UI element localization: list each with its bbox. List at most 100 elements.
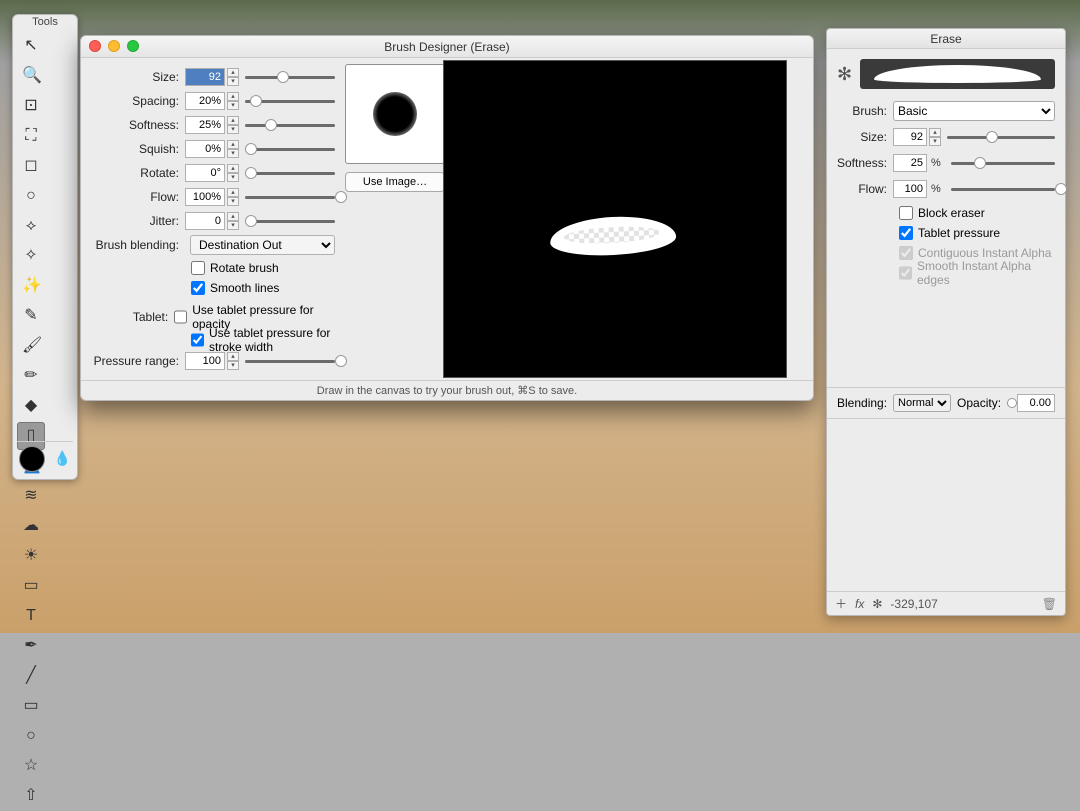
squish-slider[interactable] [245, 143, 335, 155]
tool-gradient[interactable]: ▭ [17, 572, 45, 600]
close-icon[interactable] [89, 40, 101, 52]
pressure-range-stepper[interactable]: ▴▾ [227, 352, 239, 370]
rotate-label: Rotate: [91, 166, 185, 180]
smooth-lines-checkbox[interactable] [191, 281, 205, 295]
rotate-stepper[interactable]: ▴▾ [227, 164, 239, 182]
ep-smooth-checkbox[interactable] [899, 266, 912, 280]
size-slider[interactable] [245, 71, 335, 83]
text-icon: T [22, 607, 40, 625]
ep-size-stepper[interactable]: ▴▾ [929, 128, 941, 146]
dialog-titlebar[interactable]: Brush Designer (Erase) [81, 36, 813, 58]
tool-line[interactable]: ╱ [17, 662, 45, 690]
tool-pencil[interactable]: ✎ [17, 302, 45, 330]
tool-arrow[interactable]: ⇧ [17, 782, 45, 810]
flow-slider[interactable] [245, 191, 335, 203]
opacity-slider[interactable] [1007, 398, 1011, 408]
ep-smooth-row: Smooth Instant Alpha edges [899, 263, 1055, 283]
ep-size-slider[interactable] [947, 131, 1055, 143]
fx-icon[interactable]: fx [855, 597, 864, 611]
spacing-slider[interactable] [245, 95, 335, 107]
tool-smudge[interactable]: ≋ [17, 482, 45, 510]
tool-rect-select[interactable]: ◻ [17, 152, 45, 180]
size-field[interactable] [185, 68, 225, 86]
wand-icon: ✨ [22, 277, 40, 295]
size-row: Size:▴▾ [91, 66, 335, 88]
jitter-stepper[interactable]: ▴▾ [227, 212, 239, 230]
pencil-icon: ✎ [22, 307, 40, 325]
trash-icon[interactable]: 🗑 [1042, 597, 1057, 611]
ep-tablet-label: Tablet pressure [918, 226, 1000, 240]
tool-freehand-select[interactable]: ✧ [17, 242, 45, 270]
brush-blending-select[interactable]: Destination Out [190, 235, 335, 255]
squish-stepper[interactable]: ▴▾ [227, 140, 239, 158]
squish-field[interactable] [185, 140, 225, 158]
ep-flow-label: Flow: [837, 182, 893, 196]
foreground-color-swatch[interactable] [19, 446, 45, 472]
jitter-slider[interactable] [245, 215, 335, 227]
ep-block-checkbox[interactable] [899, 206, 913, 220]
tool-zoom[interactable]: 🔍 [17, 62, 45, 90]
tool-rect[interactable]: ▭ [17, 692, 45, 720]
ep-tablet-checkbox[interactable] [899, 226, 913, 240]
tool-pen-tool[interactable]: ✒ [17, 632, 45, 660]
ep-flow-unit: % [931, 183, 941, 195]
ep-block-label: Block eraser [918, 206, 985, 220]
flow-field[interactable] [185, 188, 225, 206]
pressure-range-slider[interactable] [245, 355, 335, 367]
pressure-range-field[interactable] [185, 352, 225, 370]
tool-cloud[interactable]: ☁ [17, 512, 45, 540]
tool-lasso[interactable]: ⟡ [17, 212, 45, 240]
tablet-stroke-row: Use tablet pressure for stroke width [191, 330, 335, 350]
jitter-field[interactable] [185, 212, 225, 230]
tool-sun[interactable]: ☀ [17, 542, 45, 570]
flow-stepper[interactable]: ▴▾ [227, 188, 239, 206]
tool-crop[interactable]: ⊡ [17, 92, 45, 120]
brush-canvas-preview[interactable] [443, 60, 787, 378]
size-stepper[interactable]: ▴▾ [227, 68, 239, 86]
minimize-icon[interactable] [108, 40, 120, 52]
tool-circle[interactable]: ○ [17, 722, 45, 750]
ep-softness-field[interactable] [893, 154, 927, 172]
gear-dropdown-icon[interactable]: ✻ [872, 597, 882, 611]
tools-title: Tools [13, 15, 77, 31]
tool-star[interactable]: ☆ [17, 752, 45, 780]
spacing-stepper[interactable]: ▴▾ [227, 92, 239, 110]
ep-contig-checkbox[interactable] [899, 246, 913, 260]
lasso-icon: ⟡ [22, 217, 40, 235]
ep-tablet-row: Tablet pressure [899, 223, 1055, 243]
move-icon: ↖ [22, 37, 40, 55]
tablet-row: Tablet: Use tablet pressure for opacity [91, 306, 335, 328]
blending-select[interactable]: Normal [893, 394, 951, 412]
tool-pen[interactable]: ✏ [17, 362, 45, 390]
add-icon[interactable]: ＋ [835, 595, 847, 612]
ep-size-field[interactable] [893, 128, 927, 146]
tool-fill[interactable]: ◆ [17, 392, 45, 420]
zoom-icon[interactable] [127, 40, 139, 52]
tablet-opacity-checkbox[interactable] [174, 310, 187, 324]
eyedropper-icon[interactable]: 💧 [54, 450, 71, 467]
softness-slider[interactable] [245, 119, 335, 131]
tool-wand[interactable]: ✨ [17, 272, 45, 300]
brush-blending-label: Brush blending: [91, 238, 185, 252]
spacing-field[interactable] [185, 92, 225, 110]
rotate-brush-checkbox[interactable] [191, 261, 205, 275]
rotate-slider[interactable] [245, 167, 335, 179]
tool-brush[interactable]: 🖌 [17, 332, 45, 360]
softness-field[interactable] [185, 116, 225, 134]
ep-brush-select[interactable]: Basic [893, 101, 1055, 121]
ep-flow-field[interactable] [893, 180, 927, 198]
tool-transform[interactable]: ⛶ [17, 122, 45, 150]
ep-softness-slider[interactable] [951, 157, 1055, 169]
softness-stepper[interactable]: ▴▾ [227, 116, 239, 134]
tablet-stroke-checkbox[interactable] [191, 333, 204, 347]
opacity-field[interactable] [1017, 394, 1055, 412]
tool-text[interactable]: T [17, 602, 45, 630]
rotate-field[interactable] [185, 164, 225, 182]
brush-stroke-swatch[interactable] [860, 59, 1055, 89]
ep-flow-slider[interactable] [951, 183, 1055, 195]
use-image-button[interactable]: Use Image… [345, 172, 445, 192]
tool-move[interactable]: ↖ [17, 32, 45, 60]
tool-ellipse-select[interactable]: ○ [17, 182, 45, 210]
brush-settings: Size:▴▾Spacing:▴▾Softness:▴▾Squish:▴▾Rot… [81, 58, 341, 380]
gear-icon[interactable]: ✻ [837, 64, 852, 85]
